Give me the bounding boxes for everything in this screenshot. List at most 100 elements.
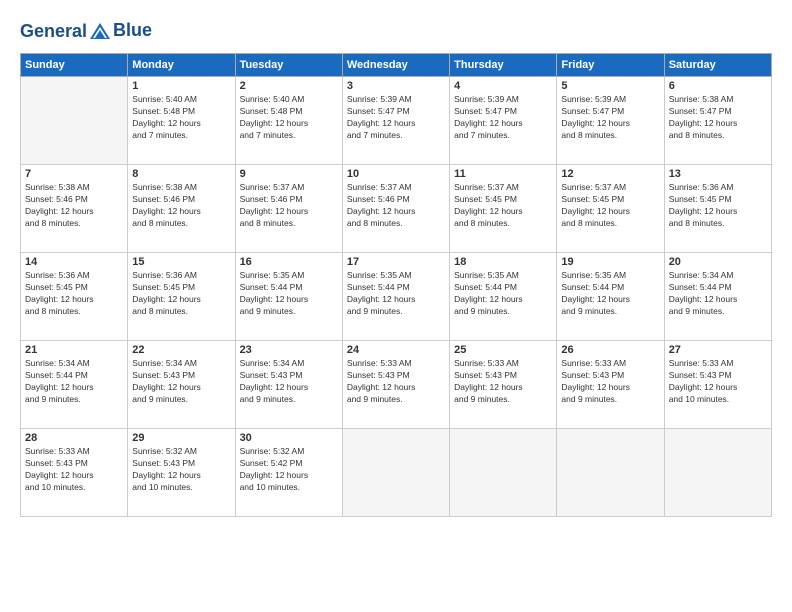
- day-cell: 19Sunrise: 5:35 AMSunset: 5:44 PMDayligh…: [557, 253, 664, 341]
- day-cell: 4 Sunrise: 5:39 AMSunset: 5:47 PMDaylight…: [450, 77, 557, 165]
- day-number: 8: [132, 168, 230, 180]
- day-number: 28: [25, 432, 123, 444]
- day-number: 1: [132, 80, 230, 92]
- day-number: 16: [240, 256, 338, 268]
- day-info: Sunrise: 5:35 AMSunset: 5:44 PMDaylight:…: [454, 270, 552, 318]
- day-info: Sunrise: 5:34 AMSunset: 5:44 PMDaylight:…: [25, 358, 123, 406]
- day-number: 24: [347, 344, 445, 356]
- week-row-1: 1 Sunrise: 5:40 AMSunset: 5:48 PMDaylight…: [21, 77, 772, 165]
- day-number: 26: [561, 344, 659, 356]
- col-header-thursday: Thursday: [450, 54, 557, 77]
- day-info: Sunrise: 5:39 AMSunset: 5:47 PMDaylight:…: [561, 94, 659, 142]
- day-info: Sunrise: 5:33 AMSunset: 5:43 PMDaylight:…: [25, 446, 123, 494]
- day-cell: 9 Sunrise: 5:37 AMSunset: 5:46 PMDaylight…: [235, 165, 342, 253]
- day-number: 14: [25, 256, 123, 268]
- day-info: Sunrise: 5:37 AMSunset: 5:46 PMDaylight:…: [347, 182, 445, 230]
- day-cell: 11 Sunrise: 5:37 AMSunset: 5:45 PMDayligh…: [450, 165, 557, 253]
- col-header-monday: Monday: [128, 54, 235, 77]
- day-number: 7: [25, 168, 123, 180]
- day-number: 20: [669, 256, 767, 268]
- day-cell: 16Sunrise: 5:35 AMSunset: 5:44 PMDayligh…: [235, 253, 342, 341]
- day-cell: 29 Sunrise: 5:32 AMSunset: 5:43 PMDayligh…: [128, 429, 235, 517]
- col-header-sunday: Sunday: [21, 54, 128, 77]
- week-row-3: 14Sunrise: 5:36 AMSunset: 5:45 PMDayligh…: [21, 253, 772, 341]
- day-info: Sunrise: 5:39 AMSunset: 5:47 PMDaylight:…: [347, 94, 445, 142]
- day-cell: 18 Sunrise: 5:35 AMSunset: 5:44 PMDayligh…: [450, 253, 557, 341]
- day-number: 12: [561, 168, 659, 180]
- day-cell: 6Sunrise: 5:38 AMSunset: 5:47 PMDaylight…: [664, 77, 771, 165]
- day-info: Sunrise: 5:37 AMSunset: 5:45 PMDaylight:…: [454, 182, 552, 230]
- day-info: Sunrise: 5:35 AMSunset: 5:44 PMDaylight:…: [347, 270, 445, 318]
- day-number: 9: [240, 168, 338, 180]
- day-cell: [21, 77, 128, 165]
- col-header-tuesday: Tuesday: [235, 54, 342, 77]
- day-cell: 13 Sunrise: 5:36 AMSunset: 5:45 PMDayligh…: [664, 165, 771, 253]
- logo: General Blue: [20, 20, 152, 41]
- day-cell: [557, 429, 664, 517]
- day-number: 11: [454, 168, 552, 180]
- day-number: 6: [669, 80, 767, 92]
- col-header-saturday: Saturday: [664, 54, 771, 77]
- day-info: Sunrise: 5:34 AMSunset: 5:43 PMDaylight:…: [240, 358, 338, 406]
- day-number: 13: [669, 168, 767, 180]
- day-cell: 20 Sunrise: 5:34 AMSunset: 5:44 PMDayligh…: [664, 253, 771, 341]
- day-cell: 10 Sunrise: 5:37 AMSunset: 5:46 PMDayligh…: [342, 165, 449, 253]
- week-row-5: 28 Sunrise: 5:33 AMSunset: 5:43 PMDayligh…: [21, 429, 772, 517]
- day-info: Sunrise: 5:38 AMSunset: 5:46 PMDaylight:…: [25, 182, 123, 230]
- day-info: Sunrise: 5:32 AMSunset: 5:43 PMDaylight:…: [132, 446, 230, 494]
- day-cell: 25Sunrise: 5:33 AMSunset: 5:43 PMDayligh…: [450, 341, 557, 429]
- day-info: Sunrise: 5:33 AMSunset: 5:43 PMDaylight:…: [347, 358, 445, 406]
- day-number: 4: [454, 80, 552, 92]
- day-number: 23: [240, 344, 338, 356]
- day-cell: 17 Sunrise: 5:35 AMSunset: 5:44 PMDayligh…: [342, 253, 449, 341]
- day-number: 10: [347, 168, 445, 180]
- logo-icon: [89, 22, 111, 40]
- calendar-body: 1 Sunrise: 5:40 AMSunset: 5:48 PMDaylight…: [21, 77, 772, 517]
- calendar-header-row: SundayMondayTuesdayWednesdayThursdayFrid…: [21, 54, 772, 77]
- day-number: 18: [454, 256, 552, 268]
- col-header-wednesday: Wednesday: [342, 54, 449, 77]
- col-header-friday: Friday: [557, 54, 664, 77]
- week-row-4: 21Sunrise: 5:34 AMSunset: 5:44 PMDayligh…: [21, 341, 772, 429]
- day-info: Sunrise: 5:33 AMSunset: 5:43 PMDaylight:…: [561, 358, 659, 406]
- day-cell: 21Sunrise: 5:34 AMSunset: 5:44 PMDayligh…: [21, 341, 128, 429]
- day-info: Sunrise: 5:32 AMSunset: 5:42 PMDaylight:…: [240, 446, 338, 494]
- day-info: Sunrise: 5:34 AMSunset: 5:43 PMDaylight:…: [132, 358, 230, 406]
- day-number: 30: [240, 432, 338, 444]
- day-cell: 24 Sunrise: 5:33 AMSunset: 5:43 PMDayligh…: [342, 341, 449, 429]
- day-info: Sunrise: 5:33 AMSunset: 5:43 PMDaylight:…: [669, 358, 767, 406]
- day-info: Sunrise: 5:40 AMSunset: 5:48 PMDaylight:…: [132, 94, 230, 142]
- day-info: Sunrise: 5:40 AMSunset: 5:48 PMDaylight:…: [240, 94, 338, 142]
- calendar-table: SundayMondayTuesdayWednesdayThursdayFrid…: [20, 53, 772, 517]
- day-info: Sunrise: 5:34 AMSunset: 5:44 PMDaylight:…: [669, 270, 767, 318]
- day-cell: [450, 429, 557, 517]
- day-cell: [342, 429, 449, 517]
- day-cell: 3 Sunrise: 5:39 AMSunset: 5:47 PMDaylight…: [342, 77, 449, 165]
- day-cell: 14Sunrise: 5:36 AMSunset: 5:45 PMDayligh…: [21, 253, 128, 341]
- day-cell: 8 Sunrise: 5:38 AMSunset: 5:46 PMDaylight…: [128, 165, 235, 253]
- day-cell: 12 Sunrise: 5:37 AMSunset: 5:45 PMDayligh…: [557, 165, 664, 253]
- day-info: Sunrise: 5:35 AMSunset: 5:44 PMDaylight:…: [561, 270, 659, 318]
- week-row-2: 7 Sunrise: 5:38 AMSunset: 5:46 PMDaylight…: [21, 165, 772, 253]
- day-number: 5: [561, 80, 659, 92]
- day-cell: [664, 429, 771, 517]
- day-cell: 15Sunrise: 5:36 AMSunset: 5:45 PMDayligh…: [128, 253, 235, 341]
- header: General Blue: [20, 20, 772, 41]
- day-cell: 30 Sunrise: 5:32 AMSunset: 5:42 PMDayligh…: [235, 429, 342, 517]
- day-cell: 28 Sunrise: 5:33 AMSunset: 5:43 PMDayligh…: [21, 429, 128, 517]
- day-info: Sunrise: 5:36 AMSunset: 5:45 PMDaylight:…: [669, 182, 767, 230]
- day-cell: 5 Sunrise: 5:39 AMSunset: 5:47 PMDaylight…: [557, 77, 664, 165]
- day-number: 22: [132, 344, 230, 356]
- day-cell: 7 Sunrise: 5:38 AMSunset: 5:46 PMDaylight…: [21, 165, 128, 253]
- day-info: Sunrise: 5:38 AMSunset: 5:46 PMDaylight:…: [132, 182, 230, 230]
- day-number: 3: [347, 80, 445, 92]
- day-info: Sunrise: 5:39 AMSunset: 5:47 PMDaylight:…: [454, 94, 552, 142]
- day-cell: 26 Sunrise: 5:33 AMSunset: 5:43 PMDayligh…: [557, 341, 664, 429]
- day-info: Sunrise: 5:37 AMSunset: 5:45 PMDaylight:…: [561, 182, 659, 230]
- day-cell: 22 Sunrise: 5:34 AMSunset: 5:43 PMDayligh…: [128, 341, 235, 429]
- day-number: 15: [132, 256, 230, 268]
- day-number: 29: [132, 432, 230, 444]
- day-info: Sunrise: 5:37 AMSunset: 5:46 PMDaylight:…: [240, 182, 338, 230]
- day-number: 17: [347, 256, 445, 268]
- day-cell: 27Sunrise: 5:33 AMSunset: 5:43 PMDayligh…: [664, 341, 771, 429]
